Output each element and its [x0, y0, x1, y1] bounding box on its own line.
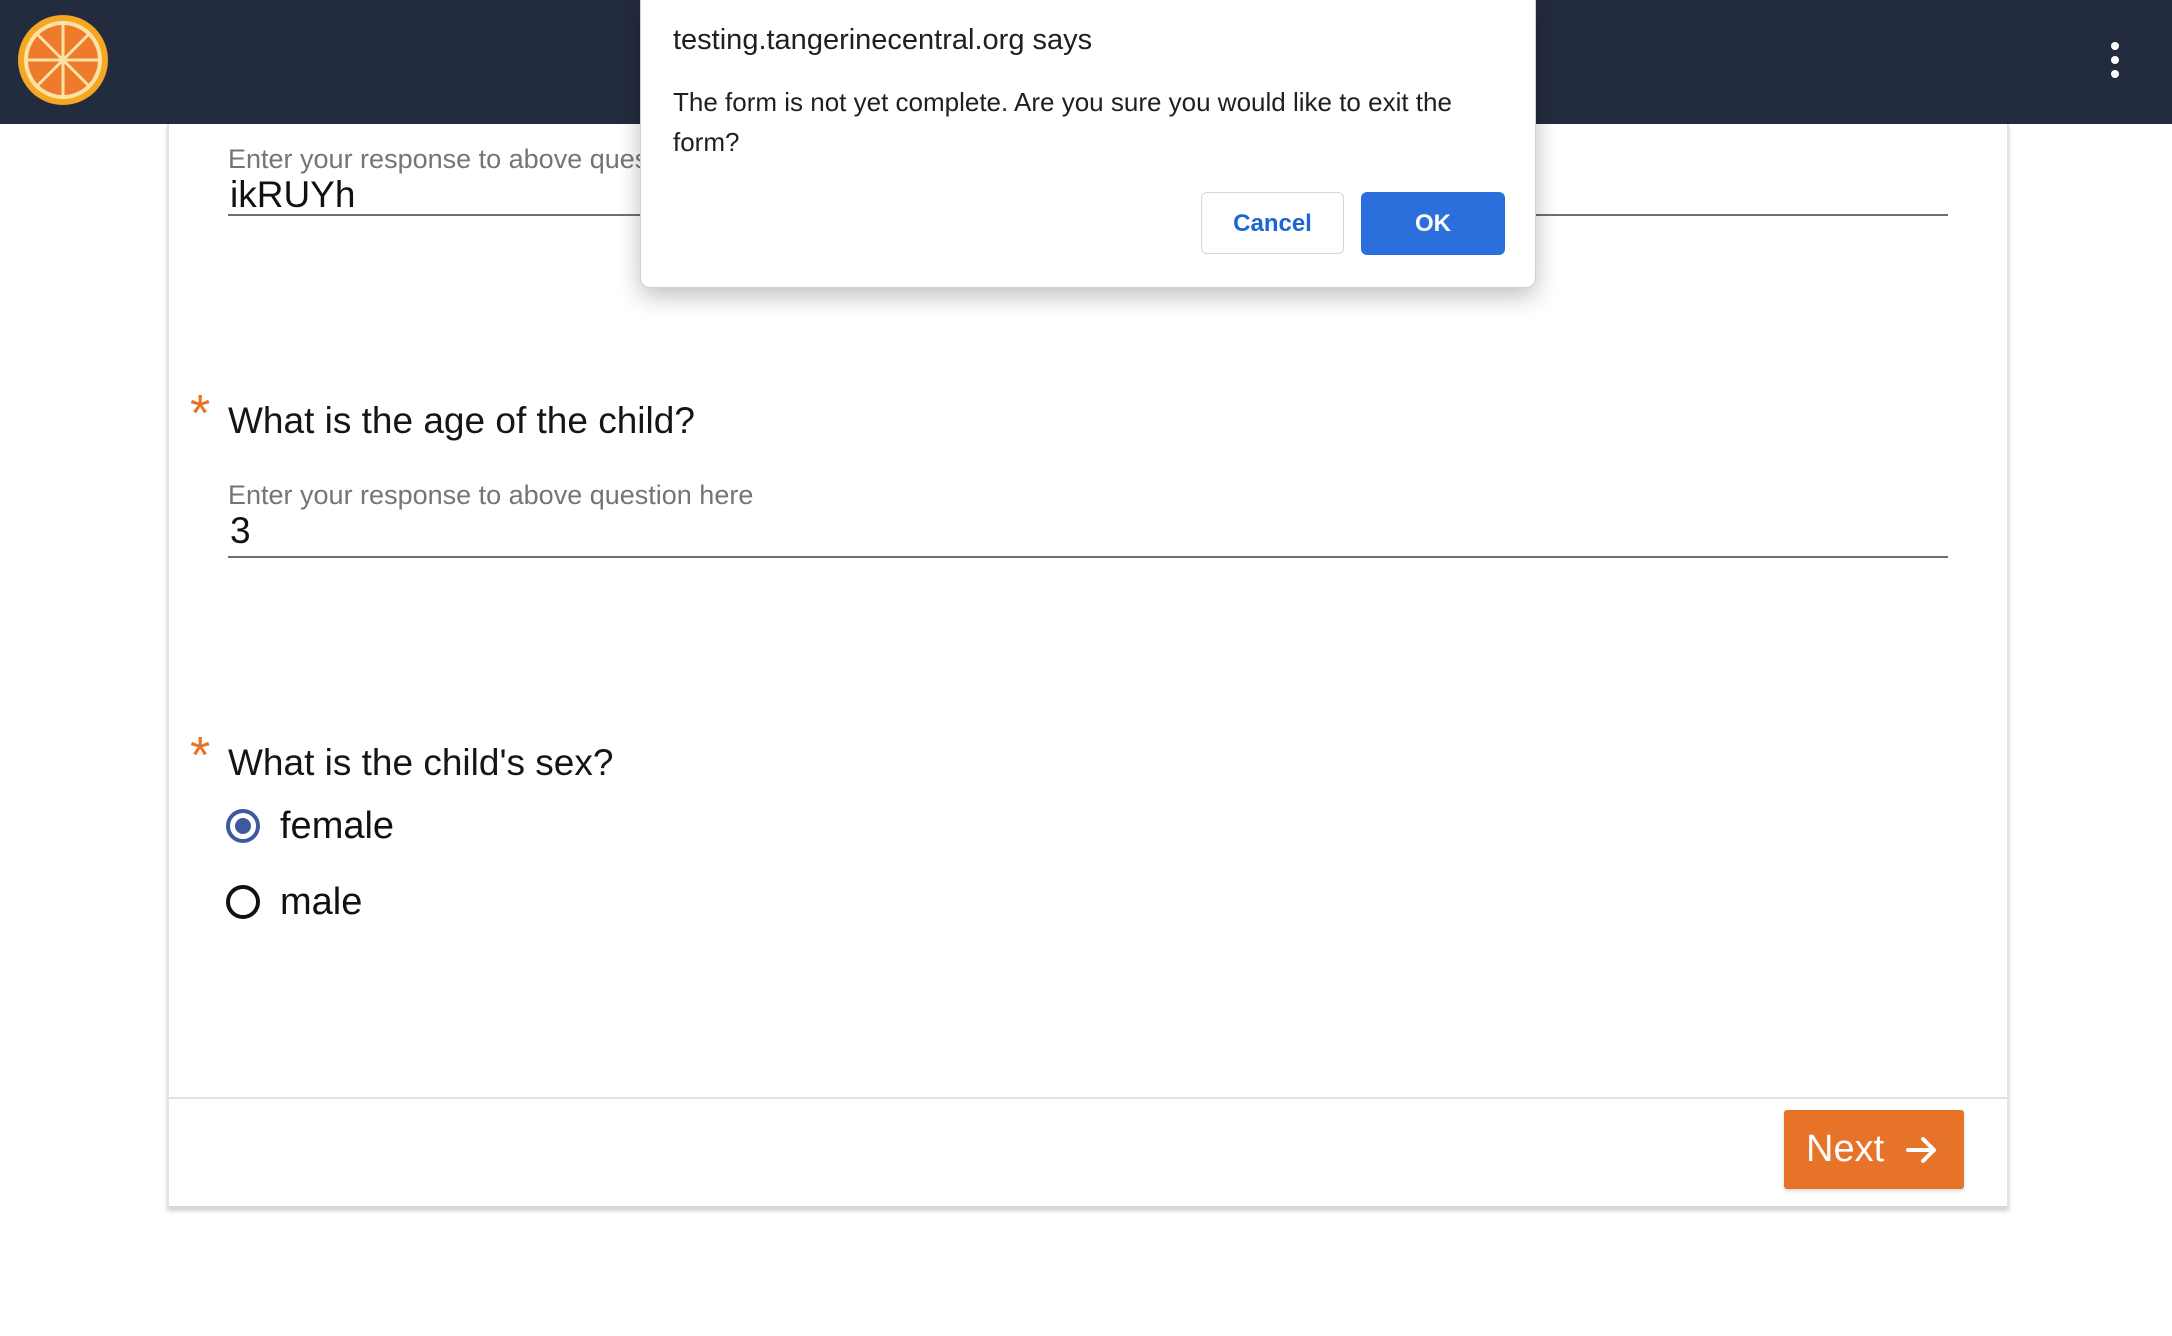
- radio-label-male: male: [280, 881, 363, 923]
- age-placeholder-label: Enter your response to above question he…: [228, 480, 754, 510]
- question-child-age: What is the age of the child?: [228, 400, 695, 441]
- required-marker: *: [190, 385, 211, 443]
- next-button[interactable]: Next: [1784, 1110, 1964, 1189]
- ok-button[interactable]: OK: [1361, 192, 1505, 255]
- radio-option-male[interactable]: male: [226, 877, 426, 927]
- dialog-title: testing.tangerinecentral.org says: [673, 24, 1093, 56]
- radio-option-female[interactable]: female: [226, 801, 426, 851]
- question-child-sex: What is the child's sex?: [228, 742, 614, 783]
- age-value[interactable]: 3: [230, 510, 251, 552]
- dialog-message: The form is not yet complete. Are you su…: [673, 87, 1452, 157]
- cancel-button[interactable]: Cancel: [1201, 192, 1344, 254]
- confirm-dialog: testing.tangerinecentral.org says The fo…: [640, 0, 1536, 288]
- more-options-icon[interactable]: [2104, 40, 2126, 80]
- tangerine-logo-icon[interactable]: [17, 14, 109, 106]
- arrow-right-icon: [1906, 1137, 1936, 1163]
- radio-checked-icon[interactable]: [226, 809, 260, 843]
- radio-label-female: female: [280, 805, 395, 847]
- next-button-label: Next: [1806, 1128, 1885, 1170]
- required-marker: *: [190, 727, 211, 785]
- footer-divider: [167, 1097, 2009, 1099]
- radio-unchecked-icon[interactable]: [226, 885, 260, 919]
- response-value[interactable]: ikRUYh: [230, 174, 355, 216]
- age-response-field[interactable]: Enter your response to above question he…: [228, 472, 1948, 558]
